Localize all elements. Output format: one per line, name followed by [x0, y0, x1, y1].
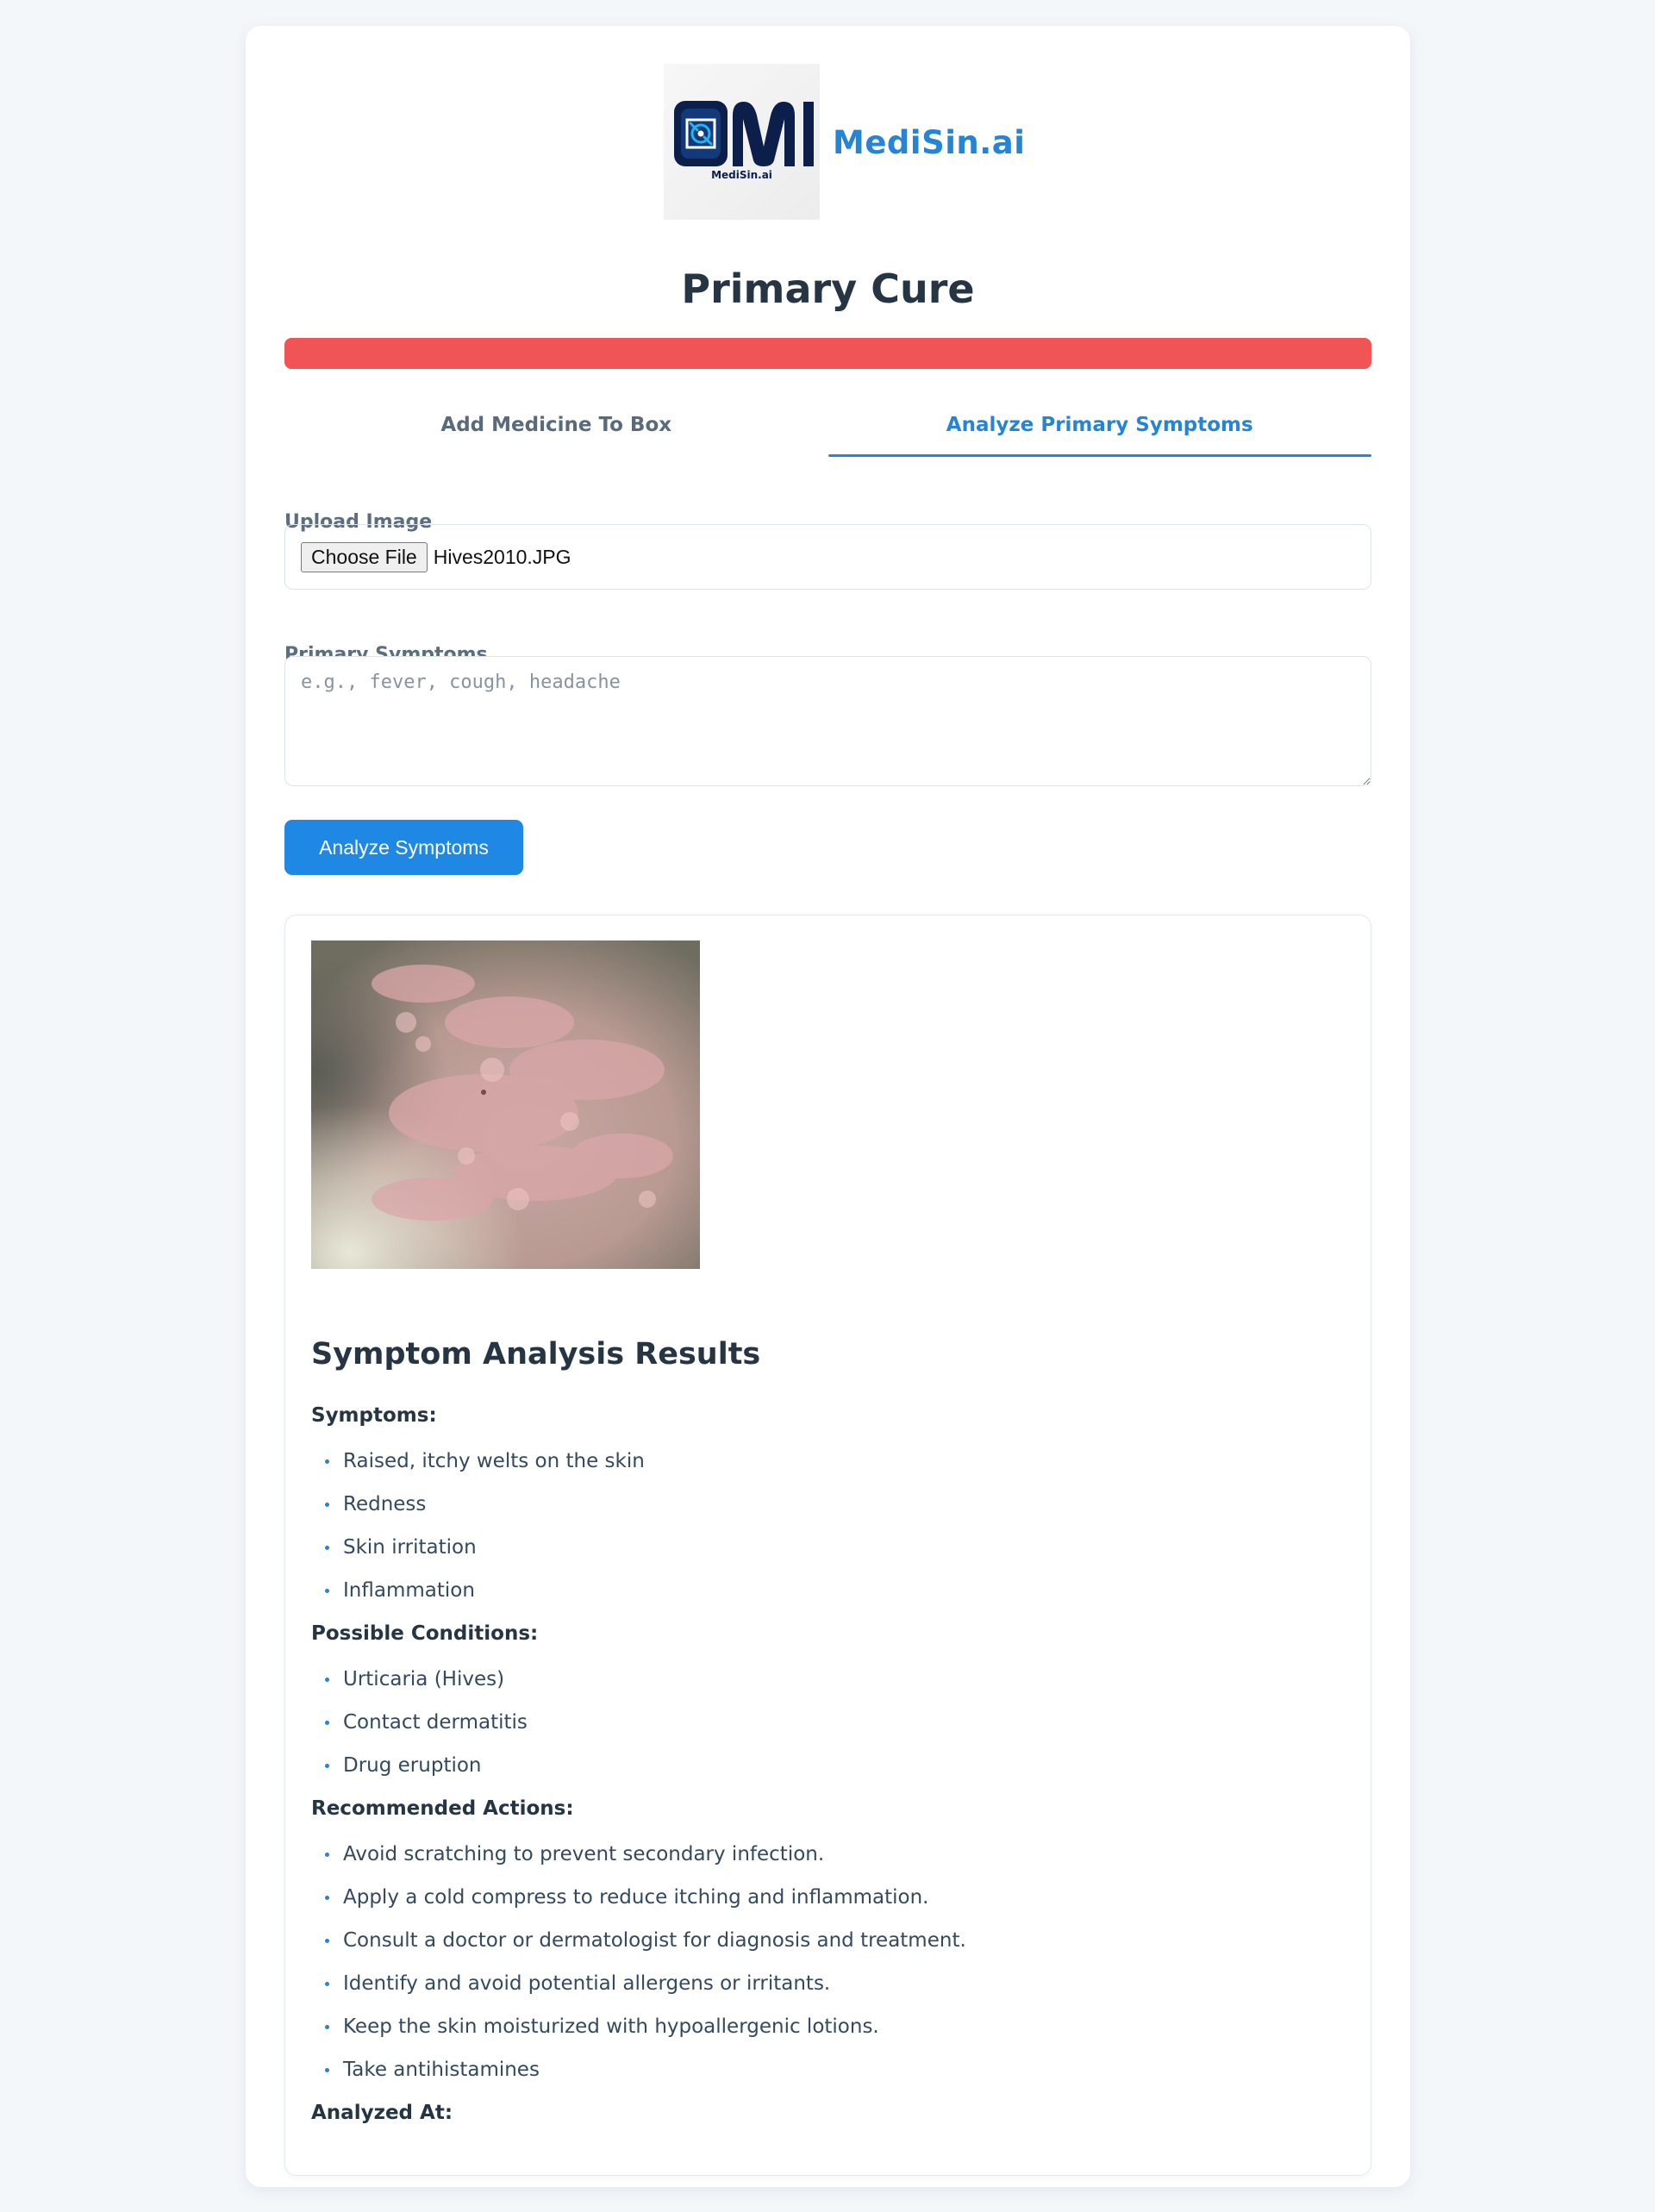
- list-item: Raised, itchy welts on the skin: [311, 1448, 1328, 1491]
- results-body: Symptoms: Raised, itchy welts on the ski…: [311, 1403, 1328, 2146]
- uploaded-skin-image: [311, 940, 700, 1269]
- symptoms-list: Raised, itchy welts on the skin Redness …: [311, 1448, 1328, 1621]
- tab-bar: Add Medicine To Box Analyze Primary Symp…: [284, 405, 1371, 457]
- symptoms-heading: Symptoms:: [311, 1404, 437, 1427]
- list-item: Identify and avoid potential allergens o…: [311, 1971, 1328, 2014]
- analyzed-at-label: Analyzed At:: [311, 2102, 453, 2124]
- list-item: Contact dermatitis: [311, 1709, 1328, 1753]
- results-panel: Symptom Analysis Results Symptoms: Raise…: [284, 915, 1371, 2176]
- selected-file-name: Hives2010.JPG: [433, 545, 571, 568]
- main-card: MediSin.ai MediSin.ai Primary Cure Add M…: [246, 26, 1410, 2187]
- conditions-heading: Possible Conditions:: [311, 1622, 539, 1645]
- list-item: Take antihistamines: [311, 2057, 1328, 2100]
- list-item: Redness: [311, 1491, 1328, 1534]
- analyze-symptoms-button[interactable]: Analyze Symptoms: [284, 820, 523, 875]
- list-item: Drug eruption: [311, 1753, 1328, 1796]
- actions-heading: Recommended Actions:: [311, 1797, 574, 1820]
- list-item: Inflammation: [311, 1578, 1328, 1621]
- symptoms-input[interactable]: [284, 656, 1371, 786]
- tab-analyze-symptoms[interactable]: Analyze Primary Symptoms: [828, 405, 1372, 457]
- list-item: Avoid scratching to prevent secondary in…: [311, 1841, 1328, 1884]
- list-item: Skin irritation: [311, 1534, 1328, 1578]
- list-item: Keep the skin moisturized with hypoaller…: [311, 2014, 1328, 2057]
- file-upload-field[interactable]: Choose File Hives2010.JPG: [284, 524, 1371, 590]
- tab-add-medicine[interactable]: Add Medicine To Box: [284, 405, 828, 457]
- page-title: Primary Cure: [681, 266, 975, 312]
- results-title: Symptom Analysis Results: [311, 1337, 761, 1372]
- brand-name: MediSin.ai: [833, 124, 1026, 161]
- list-item: Urticaria (Hives): [311, 1666, 1328, 1709]
- alert-bar: [284, 338, 1371, 369]
- brand-header: MediSin.ai MediSin.ai: [664, 64, 1025, 220]
- logo-caption: MediSin.ai: [711, 169, 772, 181]
- choose-file-button[interactable]: Choose File: [301, 541, 428, 572]
- brand-logo: MediSin.ai: [664, 64, 820, 220]
- list-item: Apply a cold compress to reduce itching …: [311, 1884, 1328, 1928]
- conditions-list: Urticaria (Hives) Contact dermatitis Dru…: [311, 1666, 1328, 1796]
- list-item: Consult a doctor or dermatologist for di…: [311, 1928, 1328, 1971]
- actions-list: Avoid scratching to prevent secondary in…: [311, 1841, 1328, 2100]
